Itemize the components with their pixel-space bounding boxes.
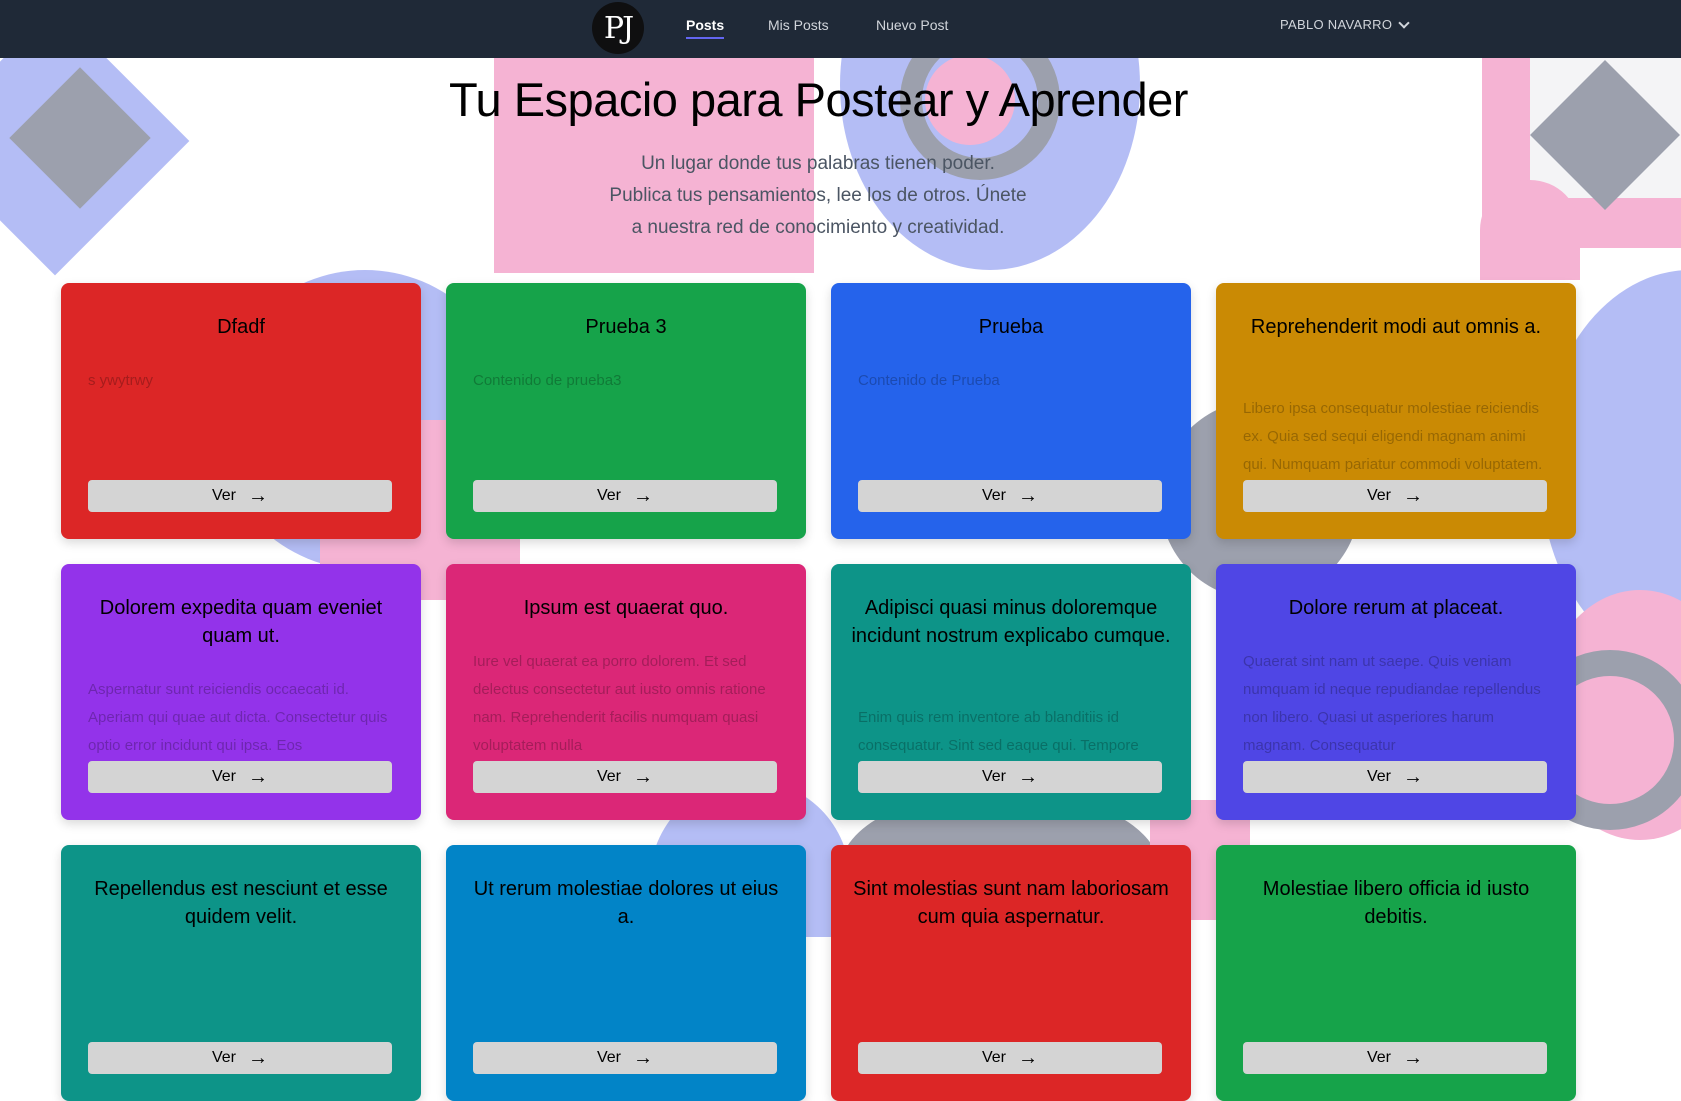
- post-title: Reprehenderit modi aut omnis a.: [1250, 316, 1542, 338]
- arrow-right-icon: →: [1403, 1047, 1423, 1069]
- page-subtitle: Un lugar donde tus palabras tienen poder…: [568, 148, 1068, 244]
- post-card: Adipisci quasi minus doloremque incidunt…: [831, 564, 1191, 820]
- view-post-button[interactable]: Ver →: [858, 761, 1162, 793]
- logo[interactable]: PJ: [592, 2, 644, 54]
- nav-link-nuevo-post[interactable]: Nuevo Post: [876, 17, 948, 37]
- view-post-button[interactable]: Ver →: [1243, 480, 1547, 512]
- arrow-right-icon: →: [248, 766, 268, 788]
- chevron-down-icon: [1398, 16, 1410, 29]
- post-title: Dolore rerum at placeat.: [1288, 597, 1504, 619]
- post-card: Ipsum est quaerat quo. Iure vel quaerat e…: [446, 564, 806, 820]
- subtitle-line: Publica tus pensamientos, lee los de otr…: [609, 185, 1027, 206]
- user-name: PABLO NAVARRO: [1280, 17, 1393, 32]
- post-card: Dolorem expedita quam eveniet quam ut. As…: [61, 564, 421, 820]
- view-button-label: Ver: [981, 768, 1006, 785]
- view-post-button[interactable]: Ver →: [1243, 761, 1547, 793]
- post-title: Dfadf: [217, 316, 265, 338]
- view-post-button[interactable]: Ver →: [88, 1042, 392, 1074]
- view-post-button[interactable]: Ver →: [473, 480, 777, 512]
- post-card: Sint molestias sunt nam laboriosam cum q…: [831, 845, 1191, 1101]
- view-button-label: Ver: [596, 768, 621, 785]
- post-card: Dolore rerum at placeat. Quaerat sint nam…: [1216, 564, 1576, 820]
- view-post-button[interactable]: Ver →: [473, 761, 777, 793]
- view-post-button[interactable]: Ver →: [858, 480, 1162, 512]
- arrow-right-icon: →: [1018, 1047, 1038, 1069]
- view-button-label: Ver: [1366, 1049, 1391, 1066]
- post-excerpt: Iure vel quaerat ea porro dolorem. Et se…: [473, 653, 766, 754]
- post-excerpt: Aspernatur sunt reiciendis occaecati id.…: [88, 681, 388, 754]
- post-title: Molestiae libero officia id iusto debiti…: [1262, 878, 1530, 928]
- post-card: Dfadf s ywytrwy Ver →: [61, 283, 421, 539]
- arrow-right-icon: →: [248, 1047, 268, 1069]
- post-title: Prueba 3: [585, 316, 667, 338]
- post-excerpt: s ywytrwy: [88, 372, 153, 389]
- post-title: Dolorem expedita quam eveniet quam ut.: [99, 597, 383, 647]
- view-button-label: Ver: [1366, 768, 1391, 785]
- post-card: Prueba 3 Contenido de prueba3 Ver →: [446, 283, 806, 539]
- arrow-right-icon: →: [633, 1047, 653, 1069]
- nav-link-posts[interactable]: Posts: [686, 17, 725, 39]
- post-excerpt: Quaerat sint nam ut saepe. Quis veniam n…: [1243, 653, 1541, 754]
- user-menu[interactable]: PABLO NAVARRO: [1280, 16, 1410, 32]
- post-excerpt: Contenido de Prueba: [858, 372, 1000, 389]
- view-button-label: Ver: [211, 487, 236, 504]
- view-button-label: Ver: [211, 768, 236, 785]
- post-card: Prueba Contenido de Prueba Ver →: [831, 283, 1191, 539]
- post-title: Repellendus est nesciunt et esse quidem …: [94, 878, 388, 928]
- top-navbar: PJ Posts Mis Posts Nuevo Post PABLO NAVA…: [0, 0, 1681, 58]
- post-title: Prueba: [978, 316, 1044, 338]
- view-button-label: Ver: [1366, 487, 1391, 504]
- post-excerpt: [88, 957, 394, 1041]
- page-title: Tu Espacio para Postear y Aprender: [449, 73, 1188, 126]
- post-excerpt: Contenido de prueba3: [473, 372, 622, 389]
- view-button-label: Ver: [211, 1049, 236, 1066]
- subtitle-line: Un lugar donde tus palabras tienen poder…: [641, 153, 995, 174]
- view-button-label: Ver: [981, 487, 1006, 504]
- post-excerpt: Enim quis rem inventore ab blanditiis id…: [858, 709, 1139, 754]
- arrow-right-icon: →: [633, 485, 653, 507]
- subtitle-line: a nuestra red de conocimiento y creativi…: [631, 217, 1005, 238]
- view-button-label: Ver: [981, 1049, 1006, 1066]
- post-card: Molestiae libero officia id iusto debiti…: [1216, 845, 1576, 1101]
- arrow-right-icon: →: [1403, 485, 1423, 507]
- post-title: Ut rerum molestiae dolores ut eius a.: [473, 878, 779, 928]
- post-card: Reprehenderit modi aut omnis a. Libero ip…: [1216, 283, 1576, 539]
- arrow-right-icon: →: [1403, 766, 1423, 788]
- post-title: Ipsum est quaerat quo.: [523, 597, 729, 619]
- post-card: Repellendus est nesciunt et esse quidem …: [61, 845, 421, 1101]
- view-post-button[interactable]: Ver →: [1243, 1042, 1547, 1074]
- post-excerpt: Libero ipsa consequatur molestiae reicie…: [1243, 400, 1543, 473]
- arrow-right-icon: →: [1018, 766, 1038, 788]
- arrow-right-icon: →: [1018, 485, 1038, 507]
- post-excerpt: [1243, 957, 1549, 1041]
- arrow-right-icon: →: [633, 766, 653, 788]
- post-title: Adipisci quasi minus doloremque incidunt…: [851, 597, 1171, 647]
- nav-link-mis-posts[interactable]: Mis Posts: [768, 17, 829, 37]
- post-title: Sint molestias sunt nam laboriosam cum q…: [853, 878, 1169, 928]
- view-post-button[interactable]: Ver →: [473, 1042, 777, 1074]
- view-button-label: Ver: [596, 487, 621, 504]
- view-post-button[interactable]: Ver →: [88, 480, 392, 512]
- post-excerpt: [858, 957, 1164, 1041]
- view-post-button[interactable]: Ver →: [88, 761, 392, 793]
- view-button-label: Ver: [596, 1049, 621, 1066]
- view-post-button[interactable]: Ver →: [858, 1042, 1162, 1074]
- post-card: Ut rerum molestiae dolores ut eius a. Ver…: [446, 845, 806, 1101]
- arrow-right-icon: →: [248, 485, 268, 507]
- bg-right-arc: [1480, 180, 1580, 280]
- post-excerpt: [473, 957, 779, 1041]
